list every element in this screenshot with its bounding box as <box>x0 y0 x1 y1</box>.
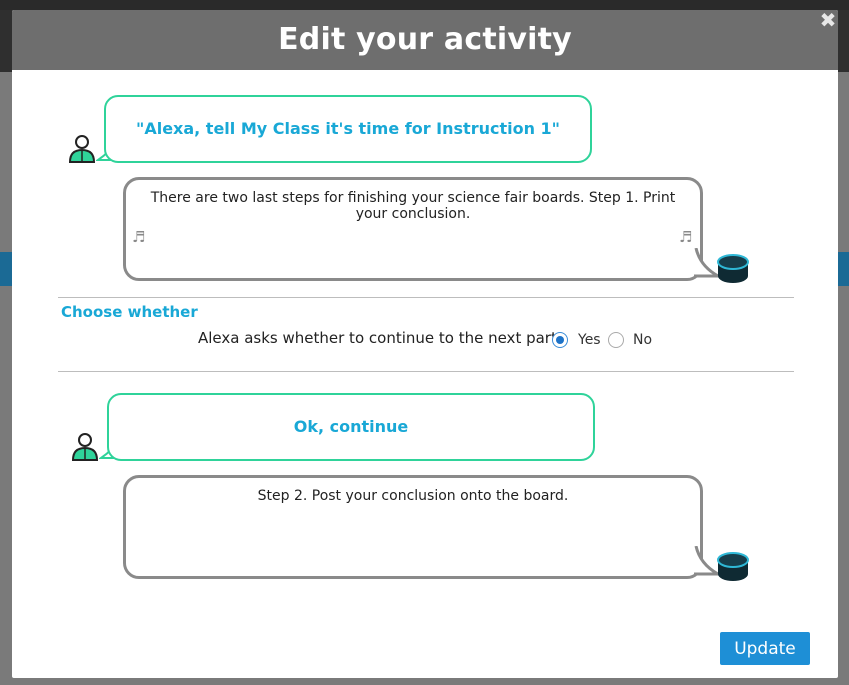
divider <box>58 297 794 298</box>
alexa-device-icon <box>717 254 749 283</box>
edit-activity-modal: Edit your activity ✖ "Alexa, tell My Cla… <box>12 10 838 678</box>
no-label: No <box>633 332 653 348</box>
divider <box>58 371 794 372</box>
music-note-icon: ♬ <box>132 228 146 246</box>
user-phrase-bubble[interactable]: Ok, continue <box>107 393 595 461</box>
user-avatar-icon <box>68 135 96 163</box>
continue-question: Alexa asks whether to continue to the ne… <box>198 329 557 347</box>
close-icon[interactable]: ✖ <box>818 10 838 30</box>
music-note-icon: ♬ <box>679 228 693 246</box>
alexa-response-text: Step 2. Post your conclusion onto the bo… <box>257 488 569 504</box>
alexa-device-icon <box>717 552 749 581</box>
update-button[interactable]: Update <box>720 632 810 665</box>
user-phrase-bubble[interactable]: "Alexa, tell My Class it's time for Inst… <box>104 95 592 163</box>
user-phrase-text: Ok, continue <box>293 417 409 436</box>
background-blue-bar-left <box>0 252 12 286</box>
alexa-response-bubble[interactable]: There are two last steps for finishing y… <box>123 177 703 281</box>
background-topbar <box>0 0 849 10</box>
modal-header: Edit your activity ✖ <box>12 10 838 70</box>
alexa-response-bubble[interactable]: Step 2. Post your conclusion onto the bo… <box>123 475 703 579</box>
background-blue-bar-right <box>838 252 849 286</box>
choose-whether-title: Choose whether <box>61 303 198 321</box>
alexa-response-text: There are two last steps for finishing y… <box>150 190 676 222</box>
modal-title: Edit your activity <box>278 22 572 57</box>
user-phrase-text: "Alexa, tell My Class it's time for Inst… <box>135 119 561 138</box>
user-avatar-icon <box>71 433 99 461</box>
yes-radio[interactable] <box>552 332 568 348</box>
yes-label: Yes <box>578 332 601 348</box>
no-radio[interactable] <box>608 332 624 348</box>
